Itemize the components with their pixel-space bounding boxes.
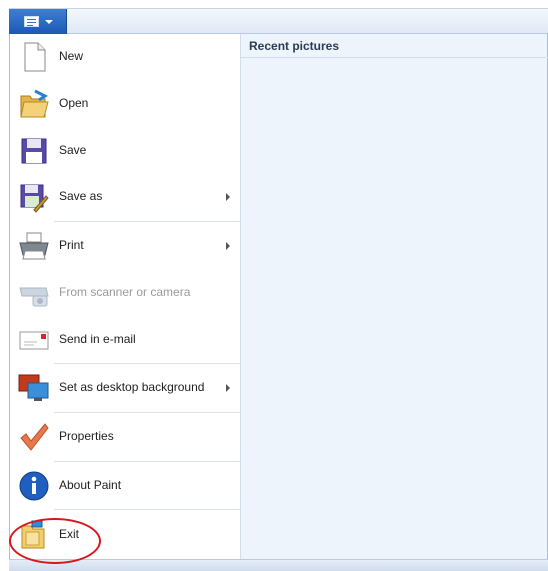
floppy-disk-icon	[21, 138, 47, 164]
menu-item-new[interactable]: New	[10, 34, 240, 80]
menu-item-send-in-email[interactable]: Send in e-mail	[10, 317, 240, 363]
paint-menu-button[interactable]	[9, 9, 67, 34]
chevron-down-icon	[45, 20, 53, 24]
exit-folder-icon	[21, 520, 45, 549]
menu-item-save[interactable]: Save	[10, 128, 240, 174]
menu-item-label: Send in e-mail	[59, 332, 136, 346]
ribbon-bar	[9, 8, 548, 34]
menu-item-label: About Paint	[59, 478, 122, 492]
menu-item-label: Print	[59, 238, 84, 252]
status-strip	[9, 559, 548, 571]
recent-pictures-header: Recent pictures	[241, 34, 548, 58]
paint-menu-icon	[24, 16, 39, 27]
menu-item-about-paint[interactable]: About Paint	[10, 463, 240, 509]
email-envelope-icon	[19, 331, 49, 350]
submenu-arrow-icon	[226, 384, 230, 392]
checkmark-icon	[20, 423, 49, 451]
menu-item-exit[interactable]: Exit	[10, 512, 240, 558]
menu-separator	[54, 509, 240, 510]
menu-separator	[54, 461, 240, 462]
submenu-arrow-icon	[226, 193, 230, 201]
open-folder-icon	[20, 89, 49, 118]
new-document-icon	[24, 42, 46, 72]
recent-pictures-panel: Recent pictures	[240, 34, 548, 559]
menu-separator	[54, 412, 240, 413]
menu-item-label: Open	[59, 96, 89, 110]
menu-item-label: From scanner or camera	[59, 285, 191, 299]
desktop-background-icon	[18, 374, 49, 401]
menu-separator	[54, 221, 240, 222]
menu-item-label: Save	[59, 143, 87, 157]
menu-item-print[interactable]: Print	[10, 223, 240, 269]
menu-separator	[54, 363, 240, 364]
printer-icon	[19, 232, 49, 260]
menu-item-label: Properties	[59, 429, 114, 443]
menu-item-label: Save as	[59, 189, 103, 203]
menu-commands: New Open Save Save as Print From scanner…	[10, 34, 240, 559]
application-menu: New Open Save Save as Print From scanner…	[9, 34, 548, 559]
submenu-arrow-icon	[226, 242, 230, 250]
menu-item-set-as-desktop-background[interactable]: Set as desktop background	[10, 365, 240, 411]
save-as-icon	[20, 184, 49, 213]
menu-item-from-scanner-or-camera[interactable]: From scanner or camera	[10, 270, 240, 316]
menu-item-label: Set as desktop background	[59, 380, 205, 394]
info-icon	[19, 471, 49, 501]
menu-item-save-as[interactable]: Save as	[10, 174, 240, 220]
menu-item-label: Exit	[59, 527, 80, 541]
recent-pictures-title: Recent pictures	[249, 39, 340, 53]
menu-item-label: New	[59, 49, 84, 63]
scanner-camera-icon	[19, 287, 49, 307]
menu-item-properties[interactable]: Properties	[10, 414, 240, 460]
menu-item-open[interactable]: Open	[10, 81, 240, 127]
